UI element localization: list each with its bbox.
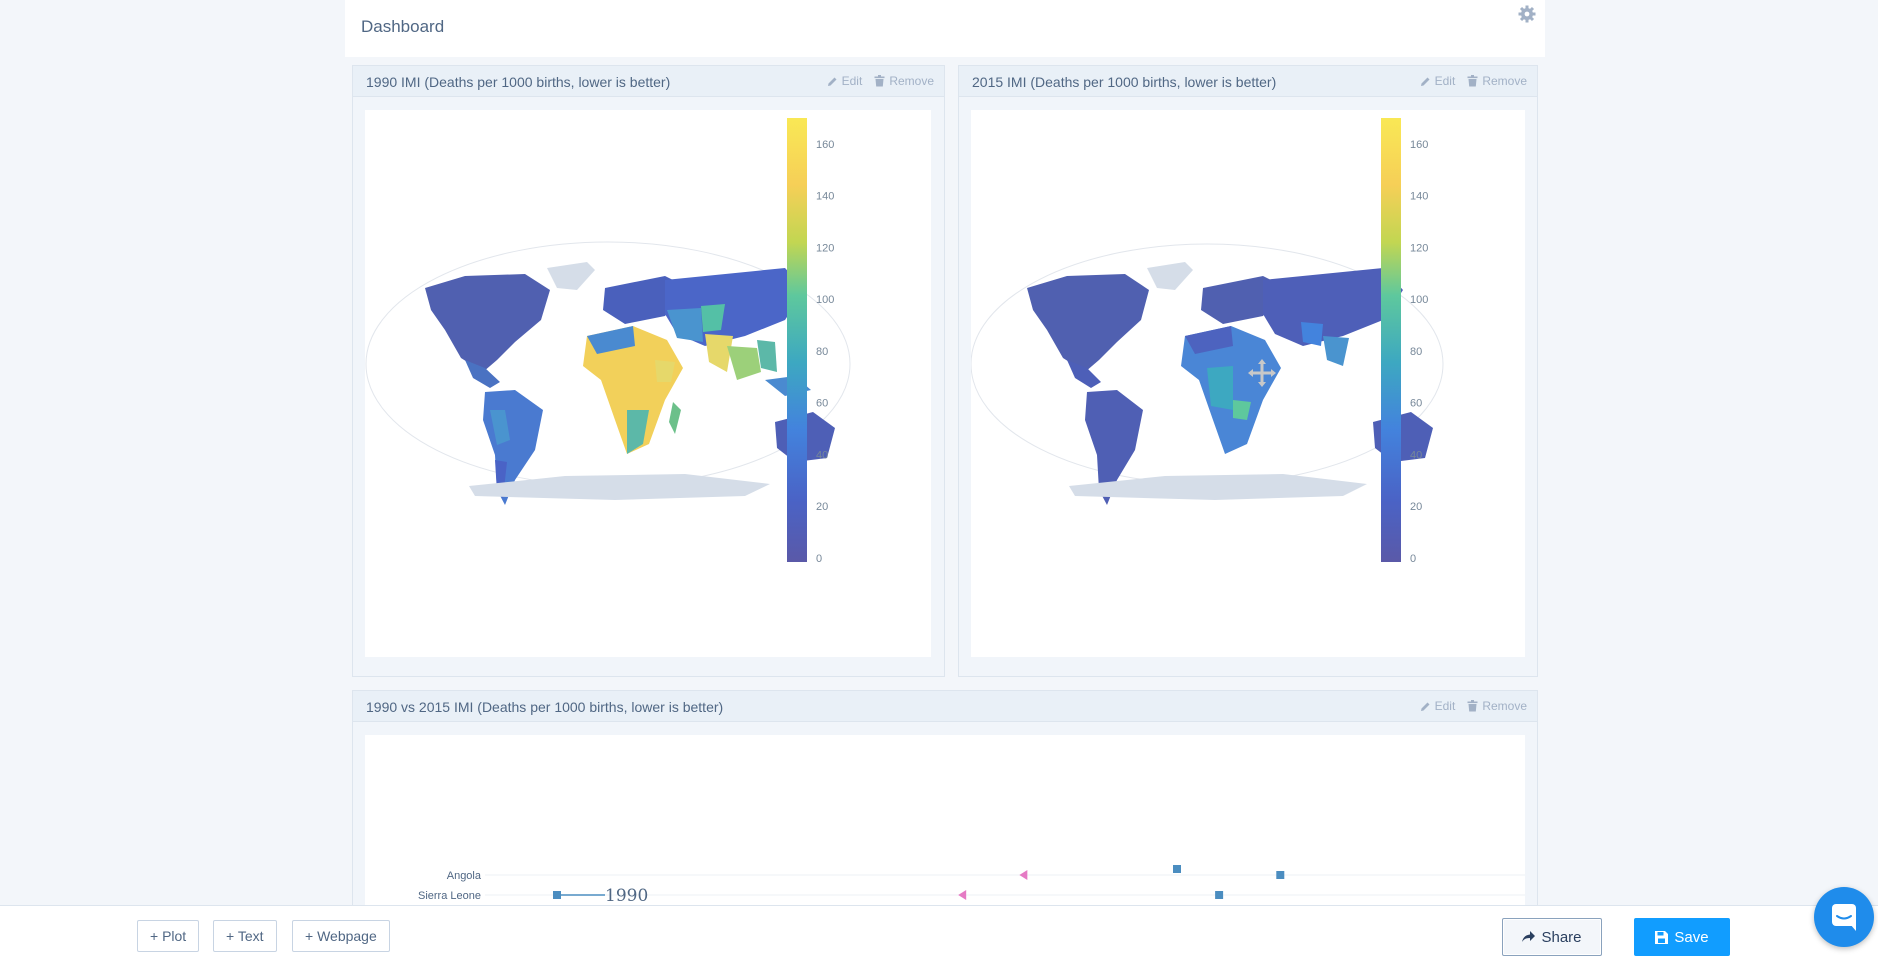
colorbar-tick-label: 80 — [816, 346, 828, 358]
square-marker[interactable] — [1215, 891, 1224, 899]
floppy-disk-icon — [1655, 930, 1669, 944]
colorbar-tick-label: 140 — [1410, 191, 1428, 203]
share-button[interactable]: Share — [1502, 918, 1602, 956]
panel-title: 1990 vs 2015 IMI (Deaths per 1000 births… — [366, 699, 724, 715]
trash-icon — [1467, 700, 1478, 712]
colorbar-tick-label: 60 — [1410, 398, 1422, 410]
remove-label: Remove — [1482, 74, 1527, 88]
colorbar-tick-label: 100 — [1410, 294, 1428, 306]
chat-icon — [1832, 904, 1856, 931]
colorbar-tick-label: 80 — [1410, 346, 1422, 358]
gear-icon[interactable] — [1517, 4, 1537, 24]
colorbar-tick-label: 100 — [816, 294, 834, 306]
bottom-toolbar: + Plot + Text + Webpage Share Save — [0, 905, 1878, 963]
edit-label: Edit — [841, 74, 863, 88]
colorbar-tick-label: 20 — [1410, 501, 1422, 513]
square-marker[interactable] — [1276, 871, 1285, 879]
colorbar-tick-label: 160 — [1410, 139, 1428, 151]
colorbar-tick-label: 140 — [816, 191, 834, 203]
pencil-icon — [1420, 702, 1430, 711]
colorbar-tick-label: 160 — [816, 139, 834, 151]
page-title: Dashboard — [361, 17, 445, 36]
panel-header: 2015 IMI (Deaths per 1000 births, lower … — [959, 66, 1537, 97]
remove-button[interactable]: Remove — [1467, 699, 1527, 713]
pencil-icon — [1420, 77, 1430, 86]
panel-2015-map: 2015 IMI (Deaths per 1000 births, lower … — [958, 65, 1538, 677]
colorbar-tick-label: 40 — [1410, 449, 1422, 461]
save-label: Save — [1674, 928, 1709, 946]
edit-button[interactable]: Edit — [827, 74, 863, 88]
edit-label: Edit — [1434, 699, 1456, 713]
marker-square — [1173, 865, 1181, 873]
dashboard-header: Dashboard — [345, 0, 1545, 57]
save-button[interactable]: Save — [1634, 918, 1730, 956]
category-label: Angola — [447, 870, 482, 882]
chat-widget-button[interactable] — [1814, 887, 1874, 947]
share-label: Share — [1541, 928, 1582, 946]
choropleth-map-2015[interactable]: 160 140 120 100 80 60 40 20 0 — [971, 110, 1525, 657]
add-webpage-button[interactable]: + Webpage — [292, 920, 390, 952]
colorbar-tick-label: 60 — [816, 398, 828, 410]
edit-button[interactable]: Edit — [1420, 74, 1456, 88]
panel-title: 1990 IMI (Deaths per 1000 births, lower … — [366, 74, 671, 90]
panel-1990-map: 1990 IMI (Deaths per 1000 births, lower … — [352, 65, 945, 677]
remove-label: Remove — [889, 74, 934, 88]
colorbar-tick-label: 0 — [816, 553, 822, 565]
add-plot-button[interactable]: + Plot — [137, 920, 200, 952]
edit-button[interactable]: Edit — [1420, 699, 1456, 713]
colorbar-tick-label: 0 — [1410, 553, 1416, 565]
share-icon — [1522, 931, 1536, 942]
colorbar-tick-label: 120 — [816, 242, 834, 254]
square-marker[interactable] — [553, 891, 561, 899]
colorbar-tick-label: 20 — [816, 501, 828, 513]
edit-label: Edit — [1434, 74, 1456, 88]
pencil-icon — [827, 77, 837, 86]
colorbar-tick-label: 40 — [816, 449, 828, 461]
panel-header: 1990 vs 2015 IMI (Deaths per 1000 births… — [353, 691, 1537, 722]
choropleth-map-1990[interactable]: 160 140 120 100 80 60 40 20 0 — [365, 110, 931, 657]
panel-header: 1990 IMI (Deaths per 1000 births, lower … — [353, 66, 944, 97]
trash-icon — [1467, 75, 1478, 87]
trash-icon — [874, 75, 885, 87]
remove-button[interactable]: Remove — [1467, 74, 1527, 88]
remove-button[interactable]: Remove — [874, 74, 934, 88]
remove-label: Remove — [1482, 699, 1527, 713]
annotation-label: 1990 — [605, 886, 648, 906]
panel-title: 2015 IMI (Deaths per 1000 births, lower … — [972, 74, 1277, 90]
add-text-button[interactable]: + Text — [213, 920, 277, 952]
category-label: Sierra Leone — [418, 890, 481, 902]
colorbar-tick-label: 120 — [1410, 242, 1428, 254]
